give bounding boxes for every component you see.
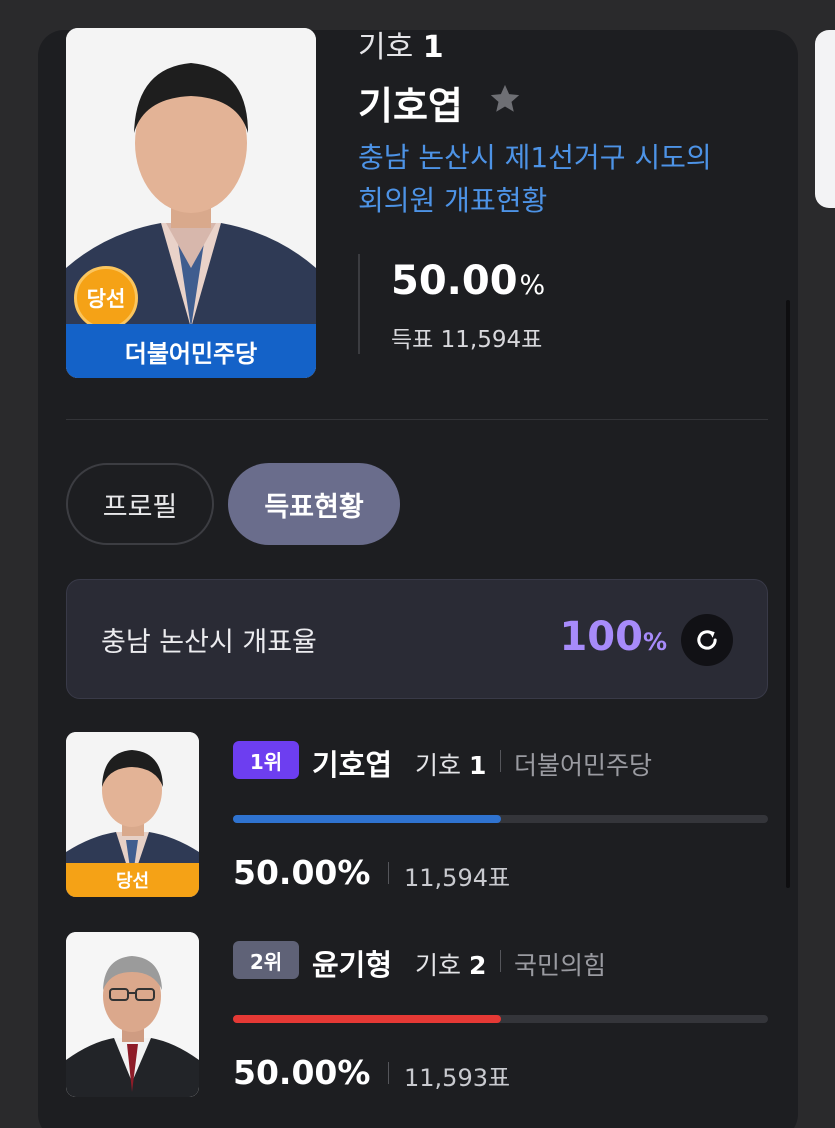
star-icon[interactable]: [488, 82, 522, 116]
count-rate-number: 100: [559, 614, 643, 660]
rank-2-number-value: 2: [468, 951, 487, 980]
rank-2-percent: 50.00%: [233, 1053, 371, 1092]
rank-1-name: 기호엽: [312, 748, 393, 782]
rank-1-number-prefix: 기호: [415, 751, 462, 780]
candidate-vote-count: 득표 11,594표: [391, 327, 543, 353]
party-label: 더불어민주당: [66, 324, 316, 378]
separator: [388, 1062, 389, 1084]
rank-2-vote-bar: [233, 1015, 768, 1023]
rank-1-winner-badge: 당선: [66, 863, 199, 897]
rank-2-photo: [66, 932, 199, 1097]
next-card-edge[interactable]: [815, 30, 835, 208]
count-rate-unit: %: [642, 628, 667, 656]
district-line-1: 충남 논산시 제1선거구 시도의: [358, 141, 712, 174]
count-rate-value: 100%: [559, 614, 667, 660]
candidate-number-value: 1: [422, 30, 444, 65]
separator: [500, 750, 501, 772]
rank-2-name: 윤기형: [312, 948, 393, 982]
rank-1-photo: 당선: [66, 732, 199, 897]
rank-1-votes: 11,594표: [404, 864, 511, 892]
rank-2-number: 기호 2: [415, 946, 486, 982]
percent-unit: %: [519, 270, 546, 301]
refresh-icon: [697, 630, 717, 650]
district-line-2: 회의원 개표현황: [358, 184, 548, 217]
count-rate-label: 충남 논산시 개표율: [101, 627, 317, 658]
rank-1-party: 더불어민주당: [514, 751, 653, 780]
rank-1-number: 기호 1: [415, 746, 486, 782]
rank-1-vote-bar-fill: [233, 815, 501, 823]
section-divider: [66, 419, 768, 420]
district-link[interactable]: 충남 논산시 제1선거구 시도의 회의원 개표현황: [358, 136, 758, 222]
rank-2-badge: 2위: [233, 941, 299, 979]
separator: [388, 862, 389, 884]
tab-profile[interactable]: 프로필: [66, 463, 214, 545]
tab-vote-status[interactable]: 득표현황: [228, 463, 400, 545]
rank-1-percent: 50.00%: [233, 853, 371, 892]
winner-badge: 당선: [74, 266, 138, 330]
separator: [500, 950, 501, 972]
candidate-name: 기호엽: [358, 84, 463, 128]
rank-1-number-value: 1: [468, 751, 487, 780]
rank-2-number-prefix: 기호: [415, 951, 462, 980]
rank-2-vote-bar-fill: [233, 1015, 501, 1023]
percent-value: 50.00: [391, 258, 518, 304]
rank-1-badge: 1위: [233, 741, 299, 779]
refresh-button[interactable]: [681, 614, 733, 666]
candidate-number: 기호 1: [358, 22, 444, 66]
candidate-photo: 당선 더불어민주당: [66, 28, 316, 378]
candidate-vote-percent: 50.00%: [391, 258, 545, 304]
candidate-number-prefix: 기호: [358, 30, 414, 65]
divider: [358, 254, 360, 354]
count-rate-panel: 충남 논산시 개표율 100%: [66, 579, 768, 699]
rank-1-vote-bar: [233, 815, 768, 823]
rank-2-party: 국민의힘: [514, 951, 607, 980]
rank-2-votes: 11,593표: [404, 1064, 511, 1092]
scrollbar[interactable]: [786, 300, 790, 888]
